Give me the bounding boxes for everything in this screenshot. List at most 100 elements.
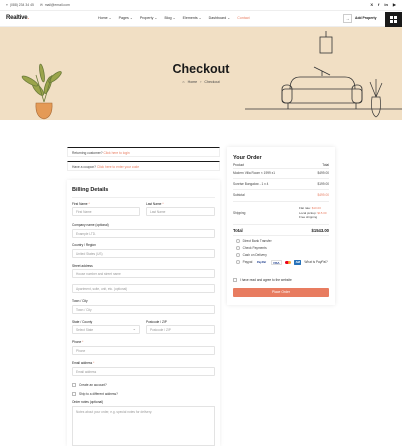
main-nav: Realtive. Home ⌄ Pages ⌄ Property ⌄ Blog ⌄ E… xyxy=(0,10,402,27)
state-select[interactable]: Select State xyxy=(72,325,140,334)
nav-home[interactable]: Home ⌄ xyxy=(98,16,112,20)
checkout-page: ⌖ (088) 234 34 45 ✉ mail@email.com X f in … xyxy=(0,0,402,446)
breadcrumb: ⌂ Home › Checkout xyxy=(0,80,402,84)
site-logo[interactable]: Realtive. xyxy=(6,15,29,21)
divider xyxy=(233,178,329,179)
login-icon[interactable]: → xyxy=(343,14,352,23)
email-contact[interactable]: ✉ mail@email.com xyxy=(40,3,70,7)
top-info-bar: ⌖ (088) 234 34 45 ✉ mail@email.com X f in … xyxy=(0,0,402,10)
mastercard-icon xyxy=(285,260,292,265)
shipping-free[interactable]: Free shipping xyxy=(299,215,329,220)
nav-elements[interactable]: Elements ⌄ xyxy=(183,16,202,20)
checkbox-box[interactable] xyxy=(72,392,76,396)
divider xyxy=(233,189,329,190)
street2-field[interactable]: Apartment, suite, unit, etc. (optional) xyxy=(72,284,215,293)
payment-cod[interactable]: Cash on Delivery xyxy=(236,253,267,257)
postcode-label: Postcode / ZIP xyxy=(146,320,167,324)
chevron-down-icon: ⌄ xyxy=(129,16,133,20)
country-field[interactable]: United States (US) xyxy=(72,249,215,258)
checkbox-box[interactable] xyxy=(233,278,237,282)
phone-contact[interactable]: ⌖ (088) 234 34 45 xyxy=(6,3,34,7)
divider xyxy=(233,201,329,202)
order-item-row: Modern Villa Room × 1999 x1 $499.00 xyxy=(233,171,329,175)
postcode-field[interactable]: Postcode / ZIP xyxy=(146,325,215,334)
nav-property[interactable]: Property ⌄ xyxy=(140,16,158,20)
chevron-down-icon: ⌄ xyxy=(108,16,112,20)
coupon-text: Have a coupon? xyxy=(72,165,97,169)
logo-text: Realtive xyxy=(6,15,28,21)
place-order-button[interactable]: Place Order xyxy=(233,288,329,297)
street-field[interactable]: House number and street name xyxy=(72,269,215,278)
small-plant-illustration xyxy=(369,79,383,118)
town-label: Town / City xyxy=(72,299,88,303)
page-hero: Checkout ⌂ Home › Checkout xyxy=(0,27,402,120)
checkbox-box[interactable] xyxy=(72,383,76,387)
company-field[interactable]: Example LTD. xyxy=(72,229,215,238)
returning-text: Returning customer? xyxy=(72,151,103,155)
chevron-down-icon: ⌄ xyxy=(172,16,176,20)
divider xyxy=(233,168,329,169)
shipping-options[interactable]: Flat rate: $10.00 Local pickup: $15.00 F… xyxy=(299,206,329,220)
paypal-logo-icon: PayPal xyxy=(256,260,267,264)
country-label: Country / Region xyxy=(72,243,96,247)
order-item-row: Sunrise Bungalow - 1 x 4 $199.00 xyxy=(233,182,329,186)
first-name-field[interactable]: First Name xyxy=(72,207,140,216)
divider xyxy=(233,224,329,225)
ship-different-checkbox[interactable]: Ship to a different address? xyxy=(72,392,118,396)
order-table-header: Product Total xyxy=(233,163,329,167)
order-summary-card: Your Order Product Total Modern Villa Ro… xyxy=(227,147,335,305)
amex-icon: AM xyxy=(294,260,302,265)
radio-button[interactable] xyxy=(236,246,240,250)
last-name-label: Last Name * xyxy=(146,202,164,206)
youtube-icon[interactable]: ▶ xyxy=(393,2,396,7)
town-field[interactable]: Town / City xyxy=(72,305,215,314)
facebook-icon[interactable]: f xyxy=(378,2,379,7)
nav-dashboard[interactable]: Dashboard ⌄ xyxy=(209,16,231,20)
login-link[interactable]: Click here to login xyxy=(104,151,130,155)
total-row: Total $1543.00 xyxy=(233,228,329,233)
returning-customer-notice: Returning customer? Click here to login xyxy=(67,147,220,157)
phone-field[interactable]: Phone xyxy=(72,346,215,355)
linkedin-icon[interactable]: in xyxy=(384,2,388,7)
order-notes-textarea[interactable]: Notes about your order, e.g. special not… xyxy=(72,406,215,446)
phone-text: (088) 234 34 45 xyxy=(9,3,34,7)
order-title: Your Order xyxy=(233,155,262,161)
phone-label: Phone * xyxy=(72,340,84,344)
terms-checkbox[interactable]: I have read and agree to the website xyxy=(233,278,292,282)
company-label: Company name (optional) xyxy=(72,223,109,227)
x-social-icon[interactable]: X xyxy=(370,2,373,7)
coupon-notice: Have a coupon? Click here to enter your … xyxy=(67,161,220,171)
first-name-label: First Name * xyxy=(72,202,90,206)
breadcrumb-home[interactable]: Home xyxy=(188,80,198,84)
radio-button[interactable] xyxy=(236,239,240,243)
email-field[interactable]: Email address xyxy=(72,367,215,376)
visa-icon: VISA xyxy=(270,260,283,265)
email-label: Email address * xyxy=(72,361,95,365)
nav-blog[interactable]: Blog ⌄ xyxy=(164,16,175,20)
billing-title: Billing Details xyxy=(72,187,109,193)
payment-check[interactable]: Check Payments xyxy=(236,246,267,250)
what-is-paypal-link[interactable]: What is PayPal? xyxy=(304,260,327,264)
create-account-checkbox[interactable]: Create an account? xyxy=(72,383,107,387)
payment-paypal[interactable]: Paypal PayPal VISA AM What is PayPal? xyxy=(236,260,328,265)
home-icon: ⌂ xyxy=(182,80,185,84)
chevron-down-icon: ⌄ xyxy=(198,16,202,20)
location-pin-icon: ⌖ xyxy=(6,3,8,7)
nav-contact[interactable]: Contact xyxy=(237,16,249,20)
subtotal-row: Subtotal $499.00 xyxy=(233,193,329,197)
coupon-link[interactable]: Click here to enter your code xyxy=(97,165,139,169)
page-title: Checkout xyxy=(172,62,230,76)
breadcrumb-current: Checkout xyxy=(204,80,220,84)
divider xyxy=(233,235,329,236)
add-property-link[interactable]: Add Property xyxy=(355,16,376,20)
chevron-down-icon: ⌄ xyxy=(227,16,231,20)
nav-pages[interactable]: Pages ⌄ xyxy=(119,16,133,20)
breadcrumb-separator: › xyxy=(200,80,202,84)
grid-menu-icon[interactable] xyxy=(385,12,402,27)
divider xyxy=(72,197,215,198)
radio-button[interactable] xyxy=(236,260,240,265)
radio-button[interactable] xyxy=(236,253,240,257)
chevron-down-icon: ⌄ xyxy=(154,16,158,20)
payment-bank-transfer[interactable]: Direct Bank Transfer xyxy=(236,239,272,243)
last-name-field[interactable]: Last Name xyxy=(146,207,215,216)
